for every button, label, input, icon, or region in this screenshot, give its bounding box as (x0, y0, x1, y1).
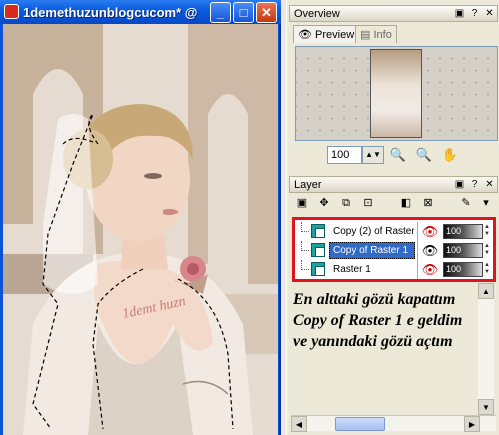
layer-row[interactable]: Copy of Raster 1 👁 100 ▲ ▼ (295, 241, 493, 260)
layer-toolbar: ▣ ✥ ⧉ ⊡ ◧ ⊠ ✎ ▾ (289, 193, 498, 215)
opacity-spinner[interactable]: ▲ ▼ (483, 262, 491, 277)
scroll-down-icon[interactable]: ▼ (478, 399, 494, 415)
document-title: 1demethuzunblogcucom* @ (23, 5, 198, 20)
opacity-slider[interactable]: 100 (443, 243, 483, 258)
layer-title-bar[interactable]: Layer ▣ ? ✕ (289, 176, 498, 193)
document-icon: ▤ (360, 29, 371, 41)
properties-icon[interactable]: ✎ (457, 195, 475, 212)
hand-icon[interactable]: ✋ (441, 146, 459, 164)
help-icon[interactable]: ? (468, 178, 481, 191)
promote-selection-icon[interactable]: ⊡ (359, 195, 377, 212)
scroll-right-icon[interactable]: ▶ (464, 416, 480, 432)
tab-preview-label: Preview (315, 29, 355, 41)
horizontal-scrollbar[interactable]: ◀ ▶ (291, 415, 496, 432)
layer-name[interactable]: Copy (2) of Raster (329, 223, 415, 240)
scroll-up-icon[interactable]: ▲ (478, 283, 494, 299)
tree-line (301, 260, 309, 270)
pin-icon[interactable]: ▣ (453, 178, 466, 191)
eye-icon[interactable]: 👁 (421, 242, 439, 259)
palette-options-icon[interactable]: ▾ (477, 195, 495, 212)
preview-thumbnail (370, 49, 422, 138)
palette-panel: Overview ▣ ? ✕ 👁 Preview ▤ Info ▲▼ 🔍 🔍 ✋… (286, 0, 499, 435)
overview-title: Overview (294, 8, 340, 20)
zoom-input[interactable] (327, 146, 362, 164)
layer-list: Copy (2) of Raster 👁 100 ▲ ▼ Copy of Rast… (292, 217, 496, 282)
layer-name[interactable]: Copy of Raster 1 (329, 242, 415, 259)
tab-preview[interactable]: 👁 Preview (293, 25, 360, 43)
overview-title-bar[interactable]: Overview ▣ ? ✕ (289, 5, 498, 22)
new-vector-layer-icon[interactable]: ✥ (315, 195, 333, 212)
raster-layer-icon (311, 262, 325, 276)
opacity-value: 100 (446, 226, 462, 236)
note-line: ve yanındaki gözü açtım (293, 333, 453, 350)
divider (417, 241, 418, 260)
mask-icon[interactable]: ◧ (397, 195, 415, 212)
close-palette-icon[interactable]: ✕ (483, 7, 496, 20)
tab-info[interactable]: ▤ Info (355, 25, 397, 43)
opacity-slider[interactable]: 100 (443, 262, 483, 277)
document-title-bar[interactable]: 1demethuzunblogcucom* @ _ □ ✕ (0, 0, 281, 24)
paint-app-icon (4, 4, 19, 19)
tab-info-label: Info (373, 29, 392, 41)
delete-layer-icon[interactable]: ⊠ (419, 195, 437, 212)
tree-line (301, 241, 309, 251)
help-icon[interactable]: ? (468, 7, 481, 20)
overview-preview-area[interactable] (295, 46, 498, 141)
new-layer-icon[interactable]: ▣ (293, 195, 311, 212)
scroll-thumb[interactable] (335, 417, 385, 431)
zoom-out-icon[interactable]: 🔍 (389, 146, 407, 164)
note-line: Copy of Raster 1 e geldim (293, 312, 463, 329)
image-canvas[interactable]: 1demt huzn (3, 24, 278, 435)
duplicate-layer-icon[interactable]: ⧉ (337, 195, 355, 212)
raster-layer-icon (311, 224, 325, 238)
minimize-button[interactable]: _ (210, 2, 231, 23)
zoom-spinner[interactable]: ▲▼ (362, 146, 384, 164)
divider (417, 260, 418, 279)
bride-portrait-image: 1demt huzn (3, 24, 278, 435)
opacity-value: 100 (446, 245, 462, 255)
vertical-scrollbar[interactable]: ▲ ▼ (478, 283, 494, 415)
document-window[interactable]: 1demethuzunblogcucom* @ _ □ ✕ 1demt huzn (0, 0, 281, 435)
note-line: En alttaki gözü kapattım (293, 291, 456, 308)
close-palette-icon[interactable]: ✕ (483, 178, 496, 191)
eye-icon: 👁 (298, 29, 312, 41)
layer-row[interactable]: Raster 1 👁 100 ▲ ▼ (295, 260, 493, 279)
layer-row[interactable]: Copy (2) of Raster 👁 100 ▲ ▼ (295, 222, 493, 241)
eye-crossed-icon[interactable]: 👁 (421, 223, 439, 240)
instruction-note: En alttaki gözü kapattım Copy of Raster … (293, 289, 497, 352)
close-button[interactable]: ✕ (256, 2, 277, 23)
eye-crossed-icon[interactable]: 👁 (421, 261, 439, 278)
opacity-spinner[interactable]: ▲ ▼ (483, 224, 491, 239)
opacity-spinner[interactable]: ▲ ▼ (483, 243, 491, 258)
opacity-value: 100 (446, 264, 462, 274)
layer-title: Layer (294, 179, 322, 191)
pin-icon[interactable]: ▣ (453, 7, 466, 20)
divider (417, 222, 418, 241)
raster-layer-icon (311, 243, 325, 257)
zoom-in-icon[interactable]: 🔍 (415, 146, 433, 164)
tree-line (301, 222, 309, 232)
maximize-button[interactable]: □ (233, 2, 254, 23)
layer-name[interactable]: Raster 1 (329, 261, 415, 278)
opacity-slider[interactable]: 100 (443, 224, 483, 239)
scroll-left-icon[interactable]: ◀ (291, 416, 307, 432)
